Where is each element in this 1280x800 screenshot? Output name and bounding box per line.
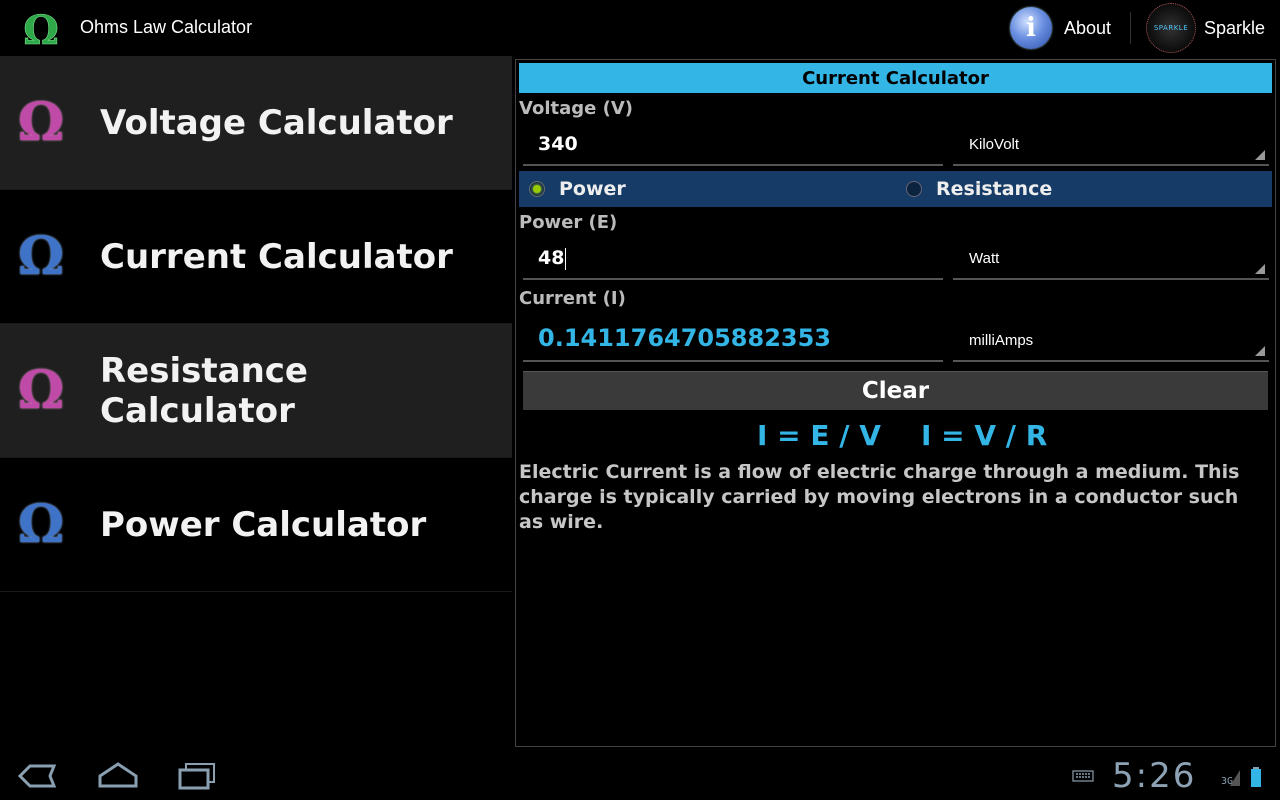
mode-radio-group: Power Resistance bbox=[519, 171, 1272, 207]
list-item-label: Resistance Calculator bbox=[100, 350, 308, 431]
keyboard-icon[interactable] bbox=[1072, 770, 1094, 782]
svg-text:Ω: Ω bbox=[23, 8, 59, 50]
dropdown-arrow-icon bbox=[1255, 264, 1265, 274]
radio-checked-icon bbox=[529, 181, 545, 197]
radio-resistance[interactable]: Resistance bbox=[906, 171, 1052, 207]
sparkle-label: Sparkle bbox=[1204, 17, 1266, 38]
panel-title: Current Calculator bbox=[519, 63, 1272, 93]
current-unit-select[interactable]: milliAmps bbox=[953, 324, 1269, 362]
battery-icon bbox=[1251, 767, 1261, 787]
radio-power[interactable]: Power bbox=[529, 171, 626, 207]
info-icon: i bbox=[1010, 7, 1052, 49]
dropdown-arrow-icon bbox=[1255, 150, 1265, 160]
voltage-unit-value: KiloVolt bbox=[969, 136, 1020, 153]
clear-button[interactable]: Clear bbox=[523, 371, 1268, 410]
omega-icon: Ω bbox=[17, 494, 65, 555]
app-title: Ohms Law Calculator bbox=[80, 17, 253, 37]
current-result-value: 0.1411764705882353 bbox=[538, 324, 832, 352]
calculator-list: Ω Voltage Calculator Ω Current Calculato… bbox=[0, 56, 512, 592]
clock: 5:26 bbox=[1112, 756, 1197, 796]
list-item-label: Voltage Calculator bbox=[100, 102, 453, 143]
home-icon[interactable] bbox=[96, 760, 140, 792]
formula-resistance: I = V / R bbox=[921, 419, 1048, 452]
voltage-label: Voltage (V) bbox=[519, 98, 633, 119]
app-omega-icon: Ω bbox=[23, 8, 59, 50]
current-result-field[interactable]: 0.1411764705882353 bbox=[523, 324, 943, 362]
list-item-label: Current Calculator bbox=[100, 236, 453, 277]
text-cursor bbox=[565, 247, 567, 270]
sparkle-logo-icon: SPARKLE bbox=[1146, 3, 1196, 53]
about-button[interactable]: i About bbox=[1010, 0, 1111, 56]
omega-icon: Ω bbox=[17, 360, 65, 421]
power-unit-select[interactable]: Watt bbox=[953, 242, 1269, 280]
system-bar: 5:26 3G bbox=[0, 752, 1280, 800]
voltage-unit-select[interactable]: KiloVolt bbox=[953, 128, 1269, 166]
voltage-value: 340 bbox=[538, 133, 578, 155]
power-unit-value: Watt bbox=[969, 250, 1000, 267]
recent-apps-icon[interactable] bbox=[176, 760, 218, 792]
list-item-resistance-calculator[interactable]: Ω Resistance Calculator bbox=[0, 324, 512, 458]
action-bar-divider bbox=[1130, 12, 1131, 44]
calculator-panel: Current Calculator Voltage (V) 340 KiloV… bbox=[515, 59, 1276, 747]
radio-power-label: Power bbox=[559, 178, 626, 200]
action-bar: Ω Ohms Law Calculator i About SPARKLE Sp… bbox=[0, 0, 1280, 56]
description-text: Electric Current is a flow of electric c… bbox=[519, 461, 1240, 533]
sparkle-button[interactable]: SPARKLE Sparkle bbox=[1146, 0, 1265, 56]
dropdown-arrow-icon bbox=[1255, 346, 1265, 356]
radio-unchecked-icon bbox=[906, 181, 922, 197]
about-label: About bbox=[1064, 17, 1112, 38]
formula-power: I = E / V bbox=[757, 419, 881, 452]
list-item-power-calculator[interactable]: Ω Power Calculator bbox=[0, 458, 512, 592]
radio-resistance-label: Resistance bbox=[936, 178, 1053, 200]
power-label: Power (E) bbox=[519, 212, 618, 233]
omega-icon: Ω bbox=[17, 92, 65, 153]
current-unit-value: milliAmps bbox=[969, 332, 1034, 349]
list-item-current-calculator[interactable]: Ω Current Calculator bbox=[0, 190, 512, 324]
power-value: 48 bbox=[538, 247, 567, 270]
signal-icon bbox=[1230, 770, 1240, 786]
omega-icon: Ω bbox=[17, 226, 65, 287]
list-item-voltage-calculator[interactable]: Ω Voltage Calculator bbox=[0, 56, 512, 190]
power-input[interactable]: 48 bbox=[523, 242, 943, 280]
current-label: Current (I) bbox=[519, 288, 626, 309]
voltage-input[interactable]: 340 bbox=[523, 128, 943, 166]
list-item-label: Power Calculator bbox=[100, 504, 427, 545]
back-icon[interactable] bbox=[16, 760, 58, 792]
